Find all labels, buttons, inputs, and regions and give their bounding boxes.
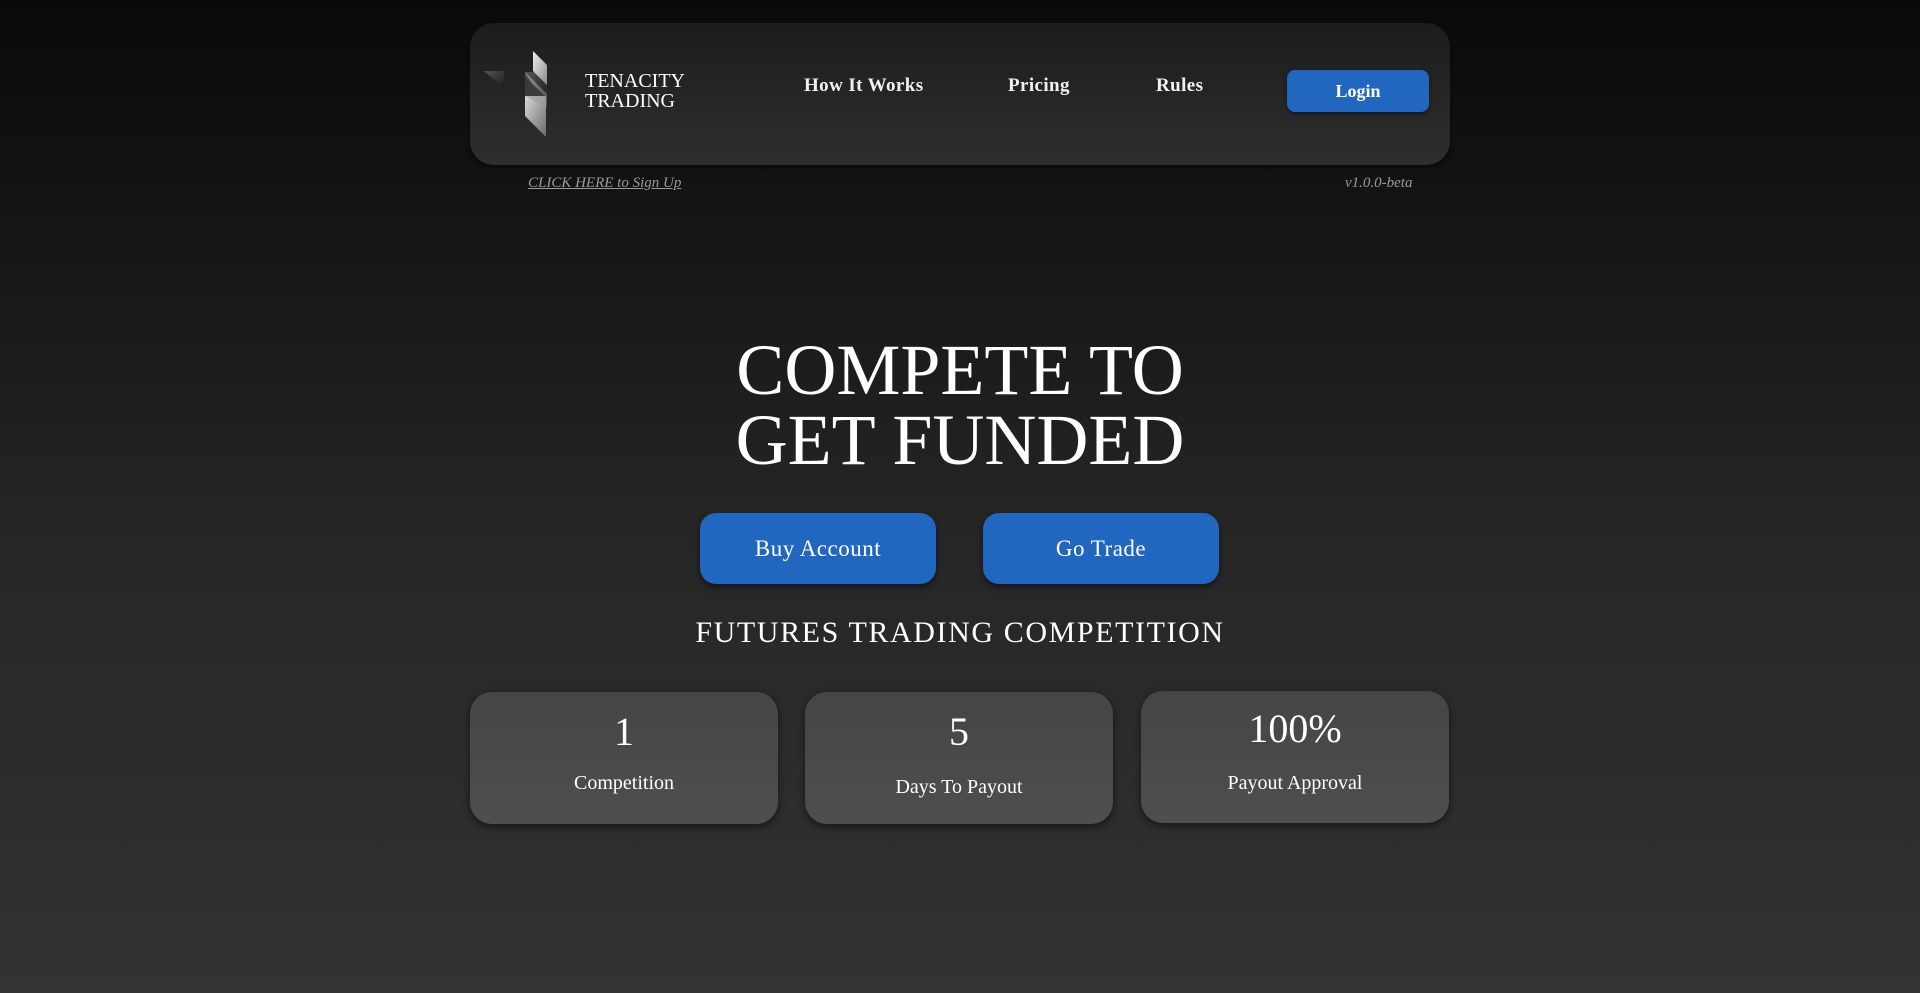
- stat-card-days-to-payout: 5 Days To Payout: [805, 692, 1113, 824]
- go-trade-button[interactable]: Go Trade: [983, 513, 1219, 584]
- stat-card-competition: 1 Competition: [470, 692, 778, 824]
- hero-title-line2: GET FUNDED: [735, 400, 1185, 480]
- login-button[interactable]: Login: [1287, 70, 1429, 112]
- brand-logo[interactable]: TENACITY TRADING: [484, 49, 704, 139]
- brand-name-line1: TENACITY: [585, 70, 685, 92]
- nav-how-it-works[interactable]: How It Works: [804, 75, 924, 97]
- hero-title: COMPETE TO GET FUNDED: [0, 330, 1920, 480]
- tenacity-logo-icon: [484, 51, 547, 137]
- signup-link[interactable]: CLICK HERE to Sign Up: [528, 175, 681, 192]
- hero-title-line1: COMPETE TO: [736, 330, 1184, 410]
- nav-rules[interactable]: Rules: [1156, 75, 1203, 97]
- stat-value: 5: [949, 709, 969, 754]
- top-header: TENACITY TRADING How It Works Pricing Ru…: [470, 23, 1450, 165]
- buy-account-button[interactable]: Buy Account: [700, 513, 936, 584]
- nav-pricing[interactable]: Pricing: [1008, 75, 1070, 97]
- stat-label: Competition: [574, 772, 674, 794]
- stat-label: Payout Approval: [1227, 772, 1363, 794]
- stat-label: Days To Payout: [895, 776, 1023, 798]
- brand-name: TENACITY TRADING: [585, 71, 685, 111]
- stat-value: 1: [614, 709, 634, 754]
- hero-subtitle: FUTURES TRADING COMPETITION: [695, 616, 1225, 649]
- brand-name-line2: TRADING: [585, 90, 675, 112]
- version-label: v1.0.0-beta: [1345, 175, 1413, 191]
- stat-value: 100%: [1248, 706, 1342, 751]
- stat-card-payout-approval: 100% Payout Approval: [1141, 691, 1449, 823]
